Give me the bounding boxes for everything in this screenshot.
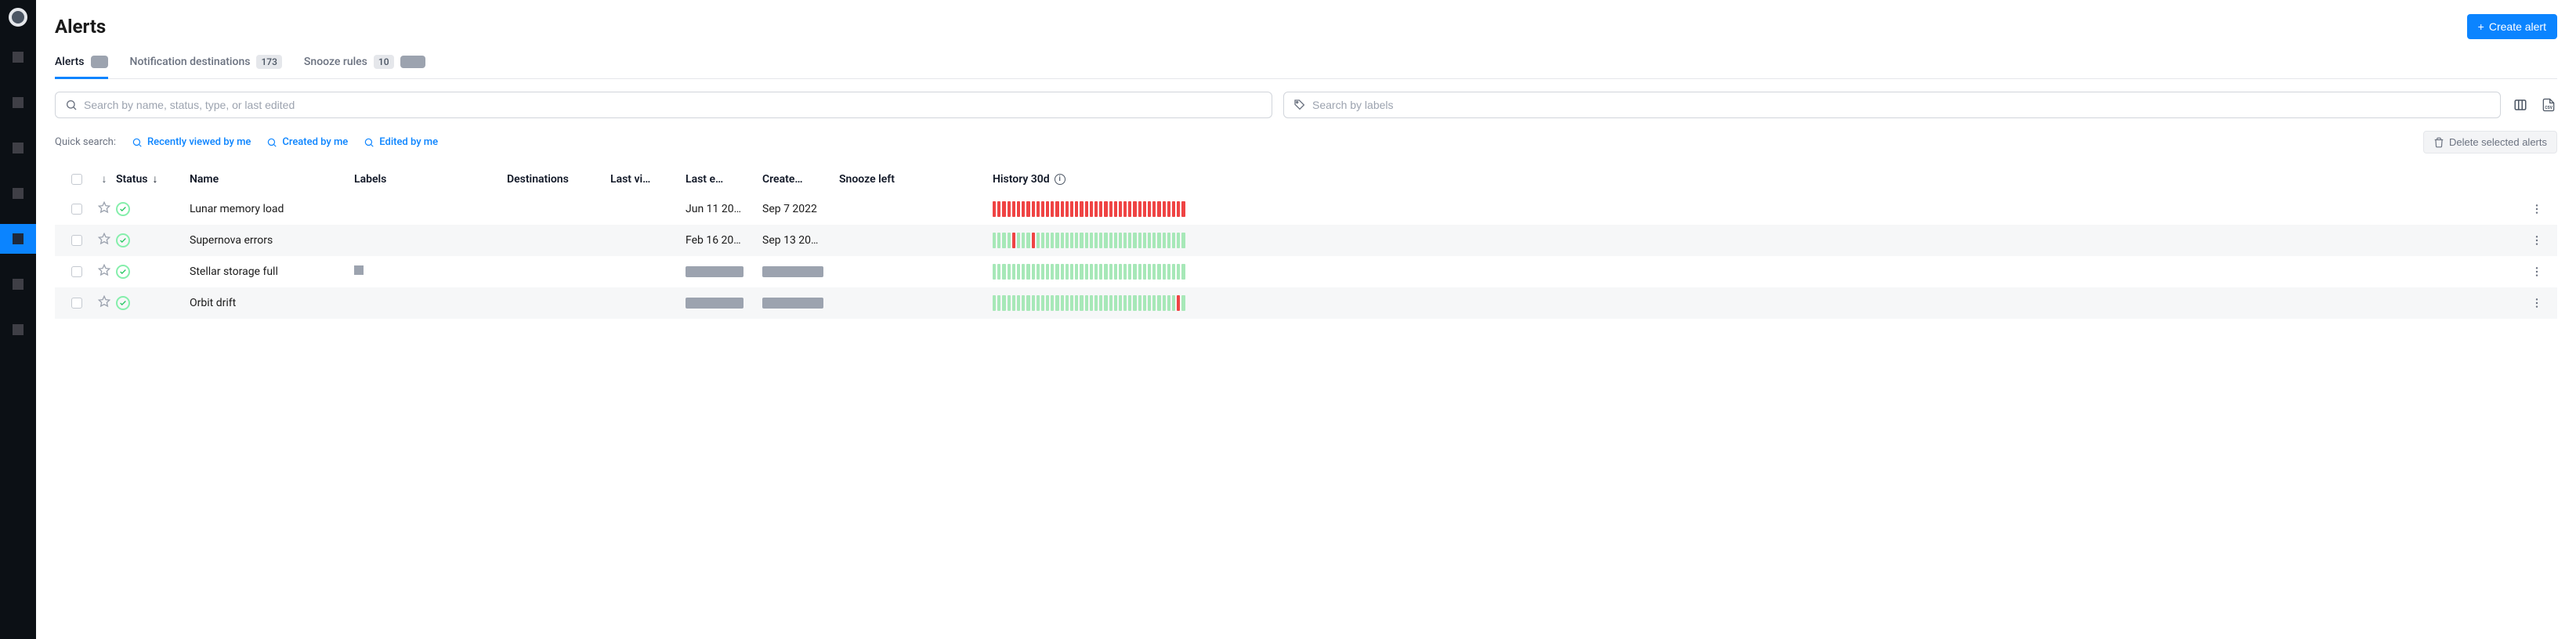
row-menu-button[interactable] (2523, 203, 2551, 215)
row-checkbox[interactable] (71, 266, 82, 277)
tab-alerts[interactable]: Alerts (55, 55, 108, 78)
info-icon[interactable]: i (1055, 174, 1065, 185)
last-edited-value: Jun 11 20… (686, 203, 741, 215)
tag-icon (1293, 99, 1306, 111)
history-sparkline (993, 264, 1185, 280)
col-header-status[interactable]: Status ↓ (116, 172, 190, 186)
status-ok-icon (116, 202, 130, 216)
table-header: ↓ Status ↓ Name Labels Destinations Last… (55, 164, 2557, 193)
search-input[interactable] (84, 99, 1262, 111)
sort-column[interactable]: ↓ (92, 172, 116, 186)
history-sparkline (993, 295, 1185, 311)
created-value: Sep 7 2022 (762, 203, 817, 215)
svg-text:CSV: CSV (2545, 106, 2552, 110)
quick-edited-by-me[interactable]: Edited by me (364, 136, 438, 148)
search-box[interactable] (55, 92, 1272, 118)
col-header-destinations[interactable]: Destinations (507, 173, 610, 186)
nav-item-3[interactable] (0, 133, 36, 163)
created-value: Sep 13 20… (762, 234, 818, 247)
redacted-value (686, 298, 743, 309)
row-checkbox[interactable] (71, 235, 82, 246)
left-nav-rail (0, 0, 36, 639)
plus-icon: + (2478, 21, 2484, 32)
delete-selected-button[interactable]: Delete selected alerts (2423, 131, 2557, 153)
alert-name: Supernova errors (190, 234, 273, 247)
quick-recently-viewed[interactable]: Recently viewed by me (132, 136, 251, 148)
star-icon[interactable] (98, 264, 110, 280)
arrow-down-icon: ↓ (102, 172, 107, 186)
search-icon (364, 137, 374, 148)
history-sparkline (993, 233, 1185, 248)
col-header-last-edited[interactable]: Last e… (686, 173, 762, 186)
csv-export-icon[interactable]: CSV (2540, 96, 2557, 114)
tab-badge-extra (400, 56, 425, 68)
status-ok-icon (116, 296, 130, 310)
quick-created-by-me[interactable]: Created by me (266, 136, 348, 148)
status-ok-icon (116, 233, 130, 247)
create-alert-label: Create alert (2489, 20, 2546, 33)
page-title: Alerts (55, 16, 106, 38)
search-icon (132, 137, 143, 148)
nav-item-alerts[interactable] (0, 224, 36, 254)
nav-item-2[interactable] (0, 88, 36, 117)
table-row[interactable]: Supernova errors Feb 16 20… Sep 13 20… (55, 225, 2557, 256)
tab-label: Snooze rules (304, 56, 367, 68)
redacted-value (762, 298, 823, 309)
row-checkbox[interactable] (71, 298, 82, 309)
nav-item-4[interactable] (0, 179, 36, 208)
trash-icon (2433, 137, 2444, 148)
alerts-table: ↓ Status ↓ Name Labels Destinations Last… (55, 164, 2557, 319)
col-header-created[interactable]: Create… (762, 173, 839, 186)
col-header-last-viewed[interactable]: Last vi… (610, 173, 686, 186)
alert-name: Lunar memory load (190, 203, 284, 215)
col-header-snooze[interactable]: Snooze left (839, 173, 993, 186)
tab-label: Alerts (55, 56, 85, 68)
row-menu-button[interactable] (2523, 265, 2551, 278)
tab-badge: 10 (374, 55, 394, 69)
star-icon[interactable] (98, 201, 110, 217)
alert-name: Orbit drift (190, 297, 236, 309)
col-header-history[interactable]: History 30d i (993, 173, 2523, 186)
redacted-value (762, 266, 823, 277)
label-search-box[interactable] (1283, 92, 2501, 118)
label-search-input[interactable] (1312, 99, 2491, 111)
redacted-value (686, 266, 743, 277)
col-header-name[interactable]: Name (190, 173, 354, 186)
col-header-labels[interactable]: Labels (354, 173, 507, 186)
label-chip (354, 265, 364, 275)
table-row[interactable]: Orbit drift (55, 287, 2557, 319)
select-all-checkbox[interactable] (71, 174, 82, 185)
columns-icon[interactable] (2512, 96, 2529, 114)
nav-item-7[interactable] (0, 315, 36, 345)
row-checkbox[interactable] (71, 204, 82, 215)
tab-label: Notification destinations (130, 56, 251, 68)
table-row[interactable]: Lunar memory load Jun 11 20… Sep 7 2022 (55, 193, 2557, 225)
row-menu-button[interactable] (2523, 234, 2551, 247)
search-icon (266, 137, 277, 148)
star-icon[interactable] (98, 233, 110, 248)
tabs: Alerts Notification destinations 173 Sno… (55, 55, 2557, 79)
quick-search-label: Quick search: (55, 136, 116, 148)
row-menu-button[interactable] (2523, 297, 2551, 309)
tab-badge: 173 (256, 55, 281, 69)
app-logo-icon[interactable] (9, 8, 27, 27)
tab-notification-destinations[interactable]: Notification destinations 173 (130, 55, 282, 78)
nav-item-1[interactable] (0, 42, 36, 72)
status-ok-icon (116, 265, 130, 279)
tab-snooze-rules[interactable]: Snooze rules 10 (304, 55, 425, 78)
alert-name: Stellar storage full (190, 265, 278, 278)
search-icon (65, 99, 78, 111)
nav-item-6[interactable] (0, 269, 36, 299)
history-sparkline (993, 201, 1185, 217)
arrow-down-icon: ↓ (152, 172, 157, 186)
table-row[interactable]: Stellar storage full (55, 256, 2557, 287)
create-alert-button[interactable]: + Create alert (2467, 14, 2557, 39)
star-icon[interactable] (98, 295, 110, 311)
tab-badge (91, 56, 108, 68)
last-edited-value: Feb 16 20… (686, 234, 741, 247)
